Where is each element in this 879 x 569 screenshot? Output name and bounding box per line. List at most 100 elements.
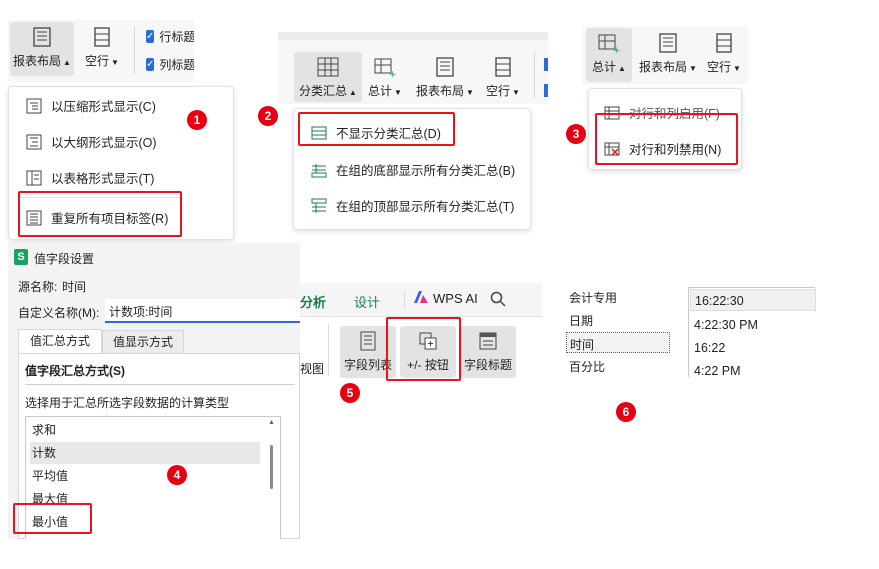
menu-item-label: 对行和列禁用(N) xyxy=(629,143,722,157)
custom-name-input[interactable]: 计数项:时间 xyxy=(105,299,300,323)
menu-item-subtotals-bottom[interactable]: 在组的底部显示所有分类汇总(B) xyxy=(310,160,515,179)
grand-totals-icon: + xyxy=(598,32,620,54)
chevron-up-icon: ▲ xyxy=(618,64,626,73)
row-header-checkbox[interactable]: ✓ 行标题 xyxy=(146,28,194,45)
app-icon: S xyxy=(14,249,28,265)
plus-minus-buttons-button[interactable]: +/- 按钮 xyxy=(400,326,456,378)
menu-item-enable-rows-cols[interactable]: 对行和列启用(F) xyxy=(603,103,720,122)
function-list[interactable]: 求和 计数 平均值 最大值 最小值 ▲ xyxy=(25,416,281,539)
menu-divider xyxy=(19,197,179,198)
report-layout-label: 报表布局 xyxy=(639,60,688,74)
menu-item-subtotals-top[interactable]: 在组的顶部显示所有分类汇总(T) xyxy=(310,196,514,215)
blank-rows-label: 空行 xyxy=(85,54,110,68)
subtotals-menu: 不显示分类汇总(D) 在组的底部显示所有分类汇总(B) 在组的顶部显示所有分类汇… xyxy=(293,108,531,230)
enable-totals-icon xyxy=(603,104,621,122)
grand-totals-button[interactable]: + 总计 ▼ xyxy=(366,52,404,102)
section-title: 值字段汇总方式(S) xyxy=(25,364,125,378)
field-list-label: 字段列表 xyxy=(343,358,392,372)
svg-text:+: + xyxy=(613,46,620,53)
report-layout-button[interactable]: 报表布局 ▼ xyxy=(636,28,700,82)
step-badge: 1 xyxy=(187,110,207,130)
grand-totals-button[interactable]: + 总计 ▲ xyxy=(586,28,632,82)
partial-checkbox[interactable] xyxy=(544,58,548,71)
tab-content: 值字段汇总方式(S) 选择用于汇总所选字段数据的计算类型 求和 计数 平均值 最… xyxy=(18,353,300,539)
category-accounting[interactable]: 会计专用 xyxy=(569,289,617,306)
tab-show-values-as[interactable]: 值显示方式 xyxy=(102,330,184,353)
tab-summarize-by[interactable]: 值汇总方式 xyxy=(18,329,102,353)
col-header-checkbox[interactable]: ✓ 列标题 xyxy=(146,56,194,73)
menu-item-outline[interactable]: 以大纲形式显示(O) xyxy=(25,132,157,151)
scrollbar-thumb[interactable] xyxy=(270,445,273,489)
list-scrollbar[interactable]: ▲ xyxy=(264,419,280,539)
list-item-min[interactable]: 最小值 xyxy=(30,511,260,533)
blank-rows-label: 空行 xyxy=(707,60,732,74)
subtotals-top-icon xyxy=(310,197,328,215)
menu-item-label: 重复所有项目标签(R) xyxy=(51,212,169,226)
chevron-down-icon: ▼ xyxy=(512,88,520,97)
category-time-selected[interactable]: 时间 xyxy=(566,332,670,353)
chevron-up-icon: ▲ xyxy=(63,58,71,67)
ribbon-body: 视图 字段列表 +/- 按钮 字段标题 xyxy=(300,318,542,395)
field-list-button[interactable]: 字段列表 xyxy=(340,326,396,378)
compact-form-icon xyxy=(25,97,43,115)
source-name-label: 源名称: xyxy=(18,280,58,294)
list-item-max[interactable]: 最大值 xyxy=(30,488,260,510)
dialog-titlebar: S 值字段设置 xyxy=(8,243,300,271)
menu-item-no-subtotals[interactable]: 不显示分类汇总(D) xyxy=(310,123,441,142)
category-percentage[interactable]: 百分比 xyxy=(569,358,605,375)
format-category-list: 会计专用 日期 时间 百分比 xyxy=(565,284,673,380)
field-list-icon xyxy=(358,330,378,352)
time-format-item[interactable]: 4:22:30 PM xyxy=(694,318,758,332)
row-header-label: 行标题 xyxy=(159,30,194,44)
tab-design[interactable]: 设计 xyxy=(354,292,380,311)
step-badge: 2 xyxy=(258,106,278,126)
list-item-sum[interactable]: 求和 xyxy=(30,419,260,441)
scroll-up-icon[interactable]: ▲ xyxy=(268,419,275,426)
grand-totals-menu: 对行和列启用(F) 对行和列禁用(N) xyxy=(588,88,742,170)
time-format-item[interactable]: 16:22 xyxy=(694,341,725,355)
menu-item-tabular[interactable]: 以表格形式显示(T) xyxy=(25,168,154,187)
view-label-partial[interactable]: 视图 xyxy=(300,360,324,377)
category-date[interactable]: 日期 xyxy=(569,312,593,329)
subtotals-button[interactable]: 分类汇总 ▲ xyxy=(294,52,362,102)
list-item-count[interactable]: 计数 xyxy=(30,442,260,464)
menu-item-disable-rows-cols[interactable]: 对行和列禁用(N) xyxy=(603,139,721,158)
list-item-average[interactable]: 平均值 xyxy=(30,465,260,487)
disable-totals-icon xyxy=(603,140,621,158)
chevron-down-icon: ▼ xyxy=(394,88,402,97)
time-format-selected[interactable]: 16:22:30 xyxy=(690,289,816,311)
partial-checkbox[interactable] xyxy=(544,84,548,97)
tab-analyze[interactable]: 分析 xyxy=(300,292,326,311)
report-layout-icon xyxy=(32,26,52,48)
svg-text:+: + xyxy=(389,70,396,77)
search-icon[interactable] xyxy=(490,291,506,310)
report-layout-button[interactable]: 报表布局 ▲ xyxy=(10,22,74,76)
custom-name-text: 计数项:时间 xyxy=(109,305,173,319)
ribbon-tabs: 分析 设计 WPS AI xyxy=(300,283,542,317)
tab-separator xyxy=(404,291,405,309)
tab-label: 值显示方式 xyxy=(112,335,173,349)
description-text: 选择用于汇总所选字段数据的计算类型 xyxy=(25,396,230,410)
menu-item-label: 在组的底部显示所有分类汇总(B) xyxy=(336,164,516,178)
step-badge: 6 xyxy=(616,402,636,422)
dialog-title: 值字段设置 xyxy=(34,252,95,266)
time-type-list: 16:22:30 4:22:30 PM 16:22 4:22 PM xyxy=(688,287,816,378)
blank-rows-button[interactable]: 空行 ▼ xyxy=(702,28,746,82)
menu-item-label: 对行和列启用(F) xyxy=(629,107,720,121)
category-time: 时间 xyxy=(570,338,595,352)
wps-ai-button[interactable]: WPS AI xyxy=(414,291,478,306)
blank-rows-button[interactable]: 空行 ▼ xyxy=(480,52,526,102)
blank-rows-icon xyxy=(714,32,734,54)
menu-item-compact[interactable]: 以压缩形式显示(C) xyxy=(25,96,156,115)
plus-minus-icon xyxy=(418,330,438,352)
report-layout-label: 报表布局 xyxy=(13,54,62,68)
field-headers-button[interactable]: 字段标题 xyxy=(460,326,516,378)
time-format-item[interactable]: 4:22 PM xyxy=(694,364,741,378)
wps-ai-icon xyxy=(414,291,428,306)
report-layout-label: 报表布局 xyxy=(416,84,465,98)
blank-rows-icon xyxy=(92,26,112,48)
menu-item-label: 以压缩形式显示(C) xyxy=(51,100,156,114)
menu-item-repeat-labels[interactable]: 重复所有项目标签(R) xyxy=(25,208,168,227)
report-layout-button[interactable]: 报表布局 ▼ xyxy=(412,52,478,102)
blank-rows-button[interactable]: 空行 ▼ xyxy=(78,22,126,76)
